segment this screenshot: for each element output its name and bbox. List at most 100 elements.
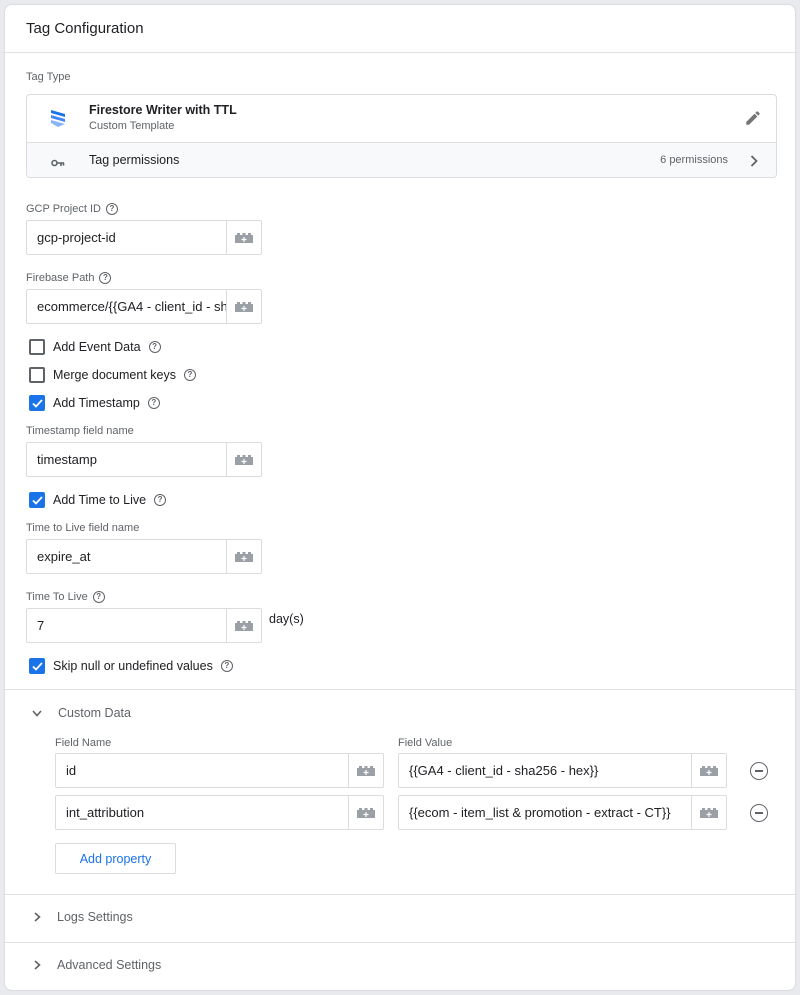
field-value-column-header: Field Value (398, 737, 453, 749)
ttl-field[interactable]: expire_at (26, 539, 262, 574)
timestamp-field[interactable]: timestamp (26, 442, 262, 477)
firebase-path-input[interactable]: ecommerce/{{GA4 - client_id - sh (27, 290, 226, 323)
permissions-count: 6 permissions (660, 154, 728, 166)
add-ttl-row[interactable]: Add Time to Live ? (29, 492, 167, 508)
skip-null-label: Skip null or undefined values (53, 659, 213, 673)
firebase-path-label: Firebase Path ? (26, 272, 112, 284)
add-property-button[interactable]: Add property (55, 843, 176, 874)
ttl-value-field[interactable]: 7 (26, 608, 262, 643)
chevron-right-icon (34, 960, 41, 970)
variable-picker-button[interactable] (691, 754, 726, 787)
timestamp-field-label-text: Timestamp field name (26, 425, 134, 437)
minus-icon (755, 812, 763, 814)
variable-picker-button[interactable] (226, 609, 261, 642)
help-icon[interactable]: ? (183, 369, 196, 381)
timestamp-field-label: Timestamp field name (26, 425, 134, 437)
help-icon[interactable]: ? (106, 203, 118, 215)
variable-brick-icon (357, 807, 375, 818)
field-name-column-header: Field Name (55, 737, 112, 749)
remove-row-button[interactable] (750, 804, 768, 822)
variable-picker-button[interactable] (348, 796, 383, 829)
edit-pencil-icon[interactable] (744, 109, 762, 132)
tag-type-label: Tag Type (26, 71, 70, 83)
field-name-value[interactable]: int_attribution (56, 796, 348, 829)
tag-configuration-card: Tag Configuration Tag Type Firestore Wri… (4, 4, 796, 991)
check-icon (31, 661, 43, 671)
add-timestamp-label: Add Timestamp (53, 396, 140, 410)
tag-type-name: Firestore Writer with TTL (89, 103, 237, 117)
gcp-project-id-input[interactable]: gcp-project-id (27, 221, 226, 254)
merge-keys-row[interactable]: Merge document keys ? (29, 367, 196, 383)
add-ttl-label: Add Time to Live (53, 493, 147, 507)
logs-settings-section-header[interactable]: Logs Settings (34, 910, 133, 924)
variable-brick-icon (357, 765, 375, 776)
ttl-field-label: Time to Live field name (26, 522, 139, 534)
card-header: Tag Configuration (5, 5, 795, 53)
firestore-icon (49, 108, 67, 133)
add-timestamp-row[interactable]: Add Timestamp ? (29, 395, 160, 411)
merge-keys-checkbox[interactable] (29, 367, 45, 383)
variable-picker-button[interactable] (691, 796, 726, 829)
help-icon[interactable]: ? (154, 494, 167, 506)
gcp-project-id-label-text: GCP Project ID (26, 203, 101, 215)
field-value-input-row-2[interactable]: {{ecom - item_list & promotion - extract… (398, 795, 727, 830)
advanced-settings-title: Advanced Settings (57, 958, 162, 972)
field-name-input-row-1[interactable]: id (55, 753, 384, 788)
add-ttl-checkbox[interactable] (29, 492, 45, 508)
help-icon[interactable]: ? (92, 591, 105, 603)
divider (5, 894, 795, 895)
variable-brick-icon (235, 232, 253, 243)
ttl-field-label-text: Time to Live field name (26, 522, 140, 534)
variable-brick-icon (235, 551, 253, 562)
timestamp-field-input[interactable]: timestamp (27, 443, 226, 476)
field-value-value[interactable]: {{ecom - item_list & promotion - extract… (399, 796, 691, 829)
divider (5, 942, 795, 943)
custom-data-section-header[interactable]: Custom Data (32, 706, 131, 720)
add-timestamp-checkbox[interactable] (29, 395, 45, 411)
field-value-value[interactable]: {{GA4 - client_id - sha256 - hex}} (399, 754, 691, 787)
ttl-value-input[interactable]: 7 (27, 609, 226, 642)
variable-brick-icon (235, 454, 253, 465)
tag-type-label-text: Tag Type (26, 71, 71, 83)
variable-picker-button[interactable] (226, 290, 261, 323)
ttl-field-input[interactable]: expire_at (27, 540, 226, 573)
add-event-data-label: Add Event Data (53, 340, 141, 354)
field-value-input-row-1[interactable]: {{GA4 - client_id - sha256 - hex}} (398, 753, 727, 788)
variable-picker-button[interactable] (348, 754, 383, 787)
add-event-data-row[interactable]: Add Event Data ? (29, 339, 161, 355)
field-name-value[interactable]: id (56, 754, 348, 787)
variable-brick-icon (700, 765, 718, 776)
divider (5, 689, 795, 690)
gcp-project-id-field[interactable]: gcp-project-id (26, 220, 262, 255)
ttl-unit: day(s) (269, 612, 304, 626)
key-icon (51, 155, 65, 173)
help-icon[interactable]: ? (147, 397, 160, 409)
skip-null-checkbox[interactable] (29, 658, 45, 674)
variable-brick-icon (235, 620, 253, 631)
variable-brick-icon (235, 301, 253, 312)
remove-row-button[interactable] (750, 762, 768, 780)
merge-keys-label: Merge document keys (53, 368, 176, 382)
tag-permissions-row[interactable]: Tag permissions 6 permissions (27, 142, 776, 177)
chevron-down-icon (32, 709, 42, 717)
gcp-project-id-label: GCP Project ID ? (26, 203, 118, 215)
tag-type-summary[interactable]: Firestore Writer with TTL Custom Templat… (27, 95, 776, 142)
skip-null-row[interactable]: Skip null or undefined values ? (29, 658, 233, 674)
add-event-data-checkbox[interactable] (29, 339, 45, 355)
tag-permissions-label: Tag permissions (89, 153, 180, 167)
ttl-label-text: Time To Live (26, 591, 88, 603)
variable-picker-button[interactable] (226, 443, 261, 476)
check-icon (31, 495, 43, 505)
variable-picker-button[interactable] (226, 221, 261, 254)
help-icon[interactable]: ? (220, 660, 233, 672)
tag-type-box[interactable]: Firestore Writer with TTL Custom Templat… (26, 94, 777, 178)
help-icon[interactable]: ? (99, 272, 112, 284)
page-title: Tag Configuration (26, 20, 144, 37)
variable-picker-button[interactable] (226, 540, 261, 573)
check-icon (31, 398, 43, 408)
field-name-input-row-2[interactable]: int_attribution (55, 795, 384, 830)
advanced-settings-section-header[interactable]: Advanced Settings (34, 958, 161, 972)
help-icon[interactable]: ? (148, 341, 161, 353)
chevron-right-icon (750, 154, 758, 172)
firebase-path-field[interactable]: ecommerce/{{GA4 - client_id - sh (26, 289, 262, 324)
